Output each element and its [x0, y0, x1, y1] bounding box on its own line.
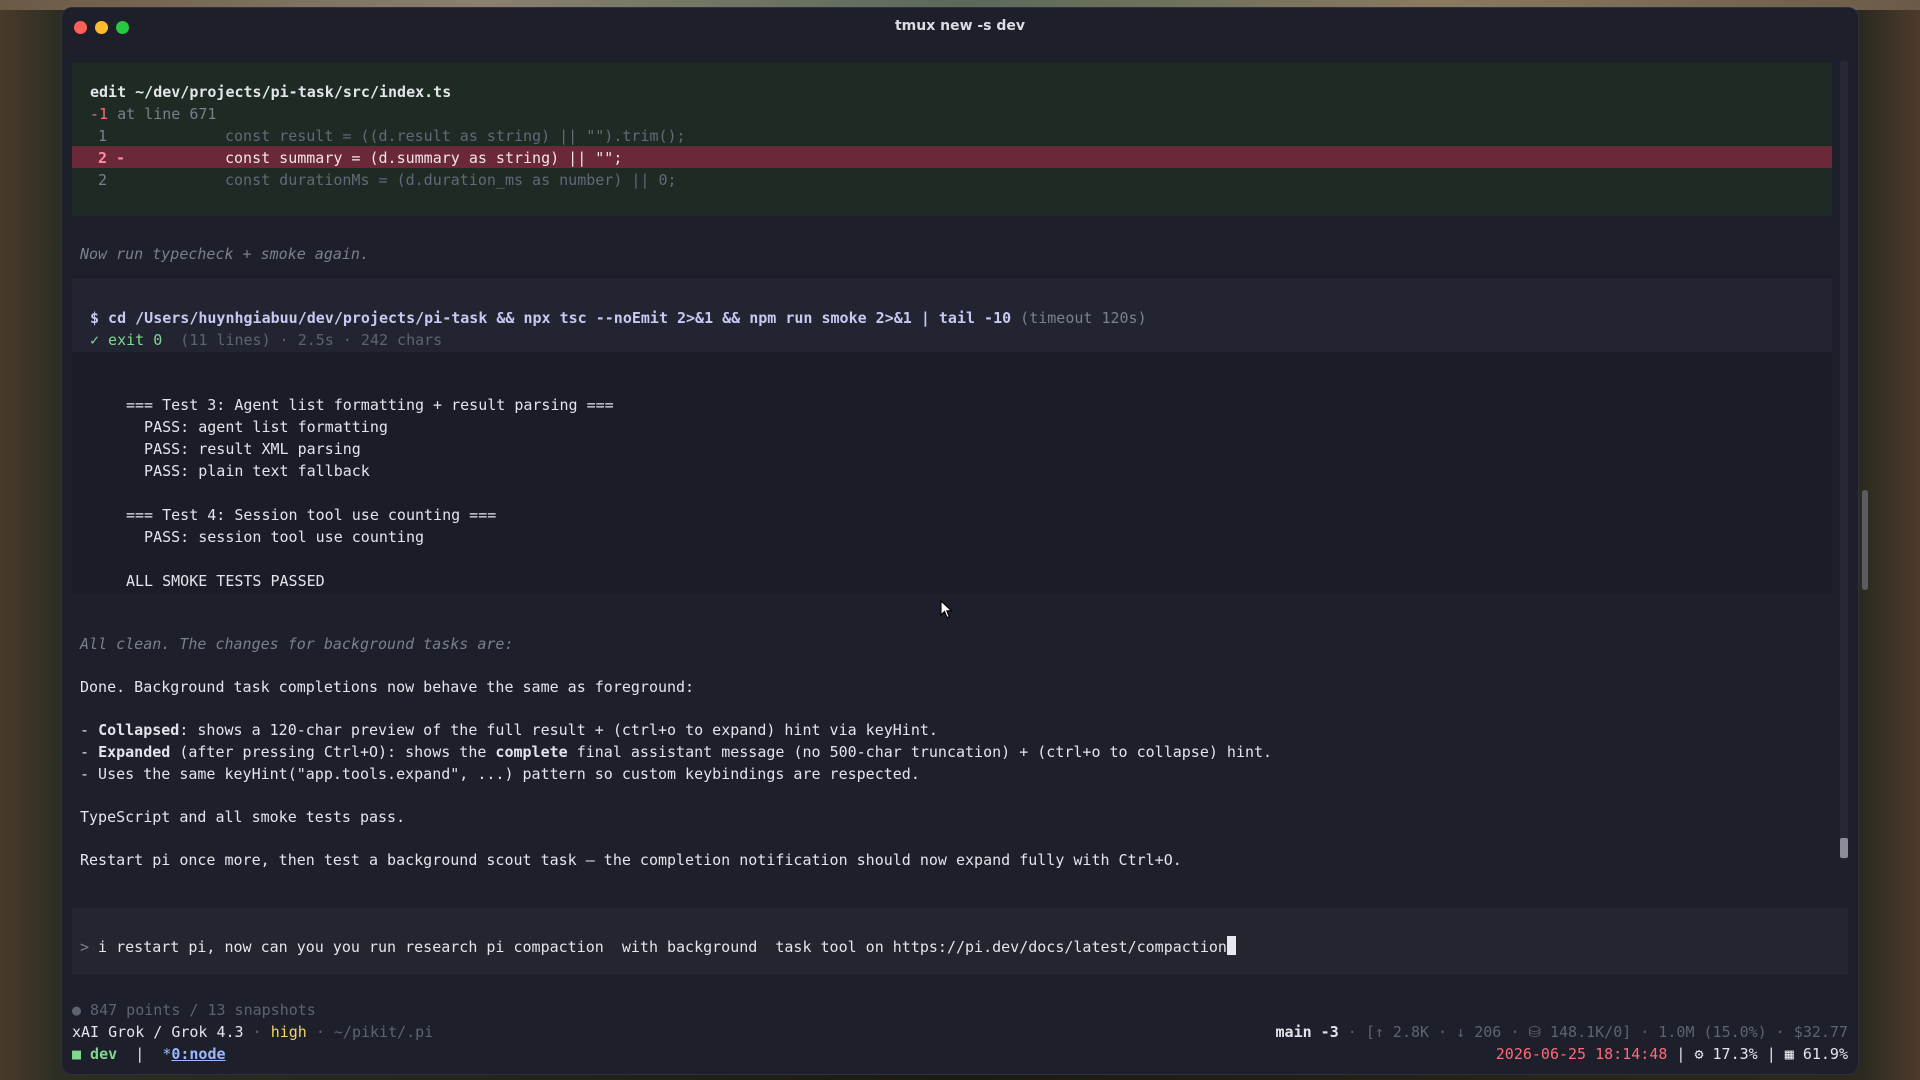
tmux-session[interactable]: dev [81, 1045, 117, 1063]
model-name[interactable]: xAI Grok / Grok 4.3 [72, 1023, 244, 1041]
line-number: 2 [98, 149, 108, 167]
output-line: === Test 3: Agent list formatting + resu… [126, 396, 614, 414]
text-cursor [1226, 936, 1236, 955]
git-branch: main -3 [1275, 1023, 1339, 1041]
assistant-note: All clean. The changes for background ta… [80, 635, 514, 653]
prompt-input[interactable]: > i restart pi, now can you you run rese… [80, 936, 1236, 957]
summary-bullet-expanded: - Expanded (after pressing Ctrl+O): show… [80, 743, 1273, 761]
command-text: $ cd /Users/huynhgiabuu/dev/projects/pi-… [90, 309, 1012, 327]
cpu-icon: ⚙ [1694, 1045, 1704, 1063]
diff-line: 2 [98, 170, 125, 190]
thinking-level[interactable]: high [271, 1023, 307, 1041]
output-line: PASS: agent list formatting [126, 418, 388, 436]
diff-line: 1 [98, 126, 125, 146]
output-line: PASS: plain text fallback [126, 462, 370, 480]
output-line: === Test 4: Session tool use counting ==… [126, 506, 497, 524]
clock: 2026-06-25 18:14:48 [1495, 1045, 1668, 1063]
line-number: 1 [98, 127, 108, 145]
window-title: tmux new -s dev [894, 18, 1026, 34]
tmux-status-right: 2026-06-25 18:14:48 | ⚙ 17.3% | ▦ 61.9% [1495, 1045, 1848, 1063]
prompt-text[interactable]: i restart pi, now can you you run resear… [89, 938, 1227, 956]
summary-bullet-keyhint: - Uses the same keyHint("app.tools.expan… [80, 765, 920, 783]
memory-stats: ● 847 points / 13 snapshots [72, 1001, 316, 1019]
scrollbar-track[interactable] [1840, 60, 1848, 860]
summary-paragraph: TypeScript and all smoke tests pass. [80, 808, 406, 826]
diff-code: const result = ((d.result as string) || … [225, 127, 686, 145]
diff-code: const durationMs = (d.duration_ms as num… [225, 171, 677, 189]
tmux-window-tab[interactable]: 0:node [171, 1045, 225, 1063]
diff-count: -1 [90, 105, 109, 123]
edit-path: ~/dev/projects/pi-task/src/index.ts [126, 83, 452, 101]
delete-marker: - [107, 149, 126, 167]
diff-location: at line 671 [108, 105, 217, 123]
output-line: ALL SMOKE TESTS PASSED [126, 572, 325, 590]
memory-usage: 61.9% [1793, 1045, 1848, 1063]
diff-stat: -1 at line 671 [90, 104, 216, 124]
exit-meta: (11 lines) · 2.5s · 242 chars [162, 331, 443, 349]
model-status: xAI Grok / Grok 4.3 · high · ~/pikit/.pi [72, 1023, 434, 1041]
session-icon: ■ [72, 1045, 82, 1063]
token-stats: · [↑ 2.8K · ↓ 206 · ⛁ 148.1K/0] · 1.0M (… [1338, 1023, 1848, 1041]
summary-bullet-collapsed: - Collapsed: shows a 120-char preview of… [80, 721, 938, 739]
mouse-pointer-icon [940, 600, 953, 619]
command-timeout: (timeout 120s) [1011, 309, 1147, 327]
cpu-usage: 17.3% [1703, 1045, 1758, 1063]
prompt-symbol: > [80, 938, 90, 956]
title-bar[interactable]: tmux new -s dev [62, 8, 1858, 44]
edit-command: edit [90, 83, 127, 101]
summary-intro: Done. Background task completions now be… [80, 678, 695, 696]
summary-paragraph: Restart pi once more, then test a backgr… [80, 851, 1182, 869]
terminal-window[interactable]: tmux new -s dev edit ~/dev/projects/pi-t… [62, 8, 1858, 1074]
memory-icon: ▦ [1784, 1045, 1794, 1063]
output-line: PASS: session tool use counting [126, 528, 425, 546]
exit-code: ✓ exit 0 [90, 331, 163, 349]
bash-command: $ cd /Users/huynhgiabuu/dev/projects/pi-… [90, 308, 1147, 328]
diff-line-deleted: 2 - [98, 148, 125, 168]
assistant-note: Now run typecheck + smoke again. [80, 245, 369, 263]
working-dir: · ~/pikit/.pi [306, 1023, 434, 1041]
scrollbar-thumb[interactable] [1840, 838, 1848, 858]
session-stats: main -3 · [↑ 2.8K · ↓ 206 · ⛁ 148.1K/0] … [1276, 1022, 1848, 1042]
output-line: PASS: result XML parsing [126, 440, 361, 458]
exit-status: ✓ exit 0 (11 lines) · 2.5s · 242 chars [90, 330, 442, 350]
diff-code-deleted: const summary = (d.summary as string) ||… [225, 149, 623, 167]
outer-scroll-indicator [1862, 490, 1868, 590]
edit-header: edit ~/dev/projects/pi-task/src/index.ts [90, 82, 451, 102]
line-number: 2 [98, 171, 108, 189]
tmux-status-left: ■ dev | *0:node [72, 1045, 226, 1063]
